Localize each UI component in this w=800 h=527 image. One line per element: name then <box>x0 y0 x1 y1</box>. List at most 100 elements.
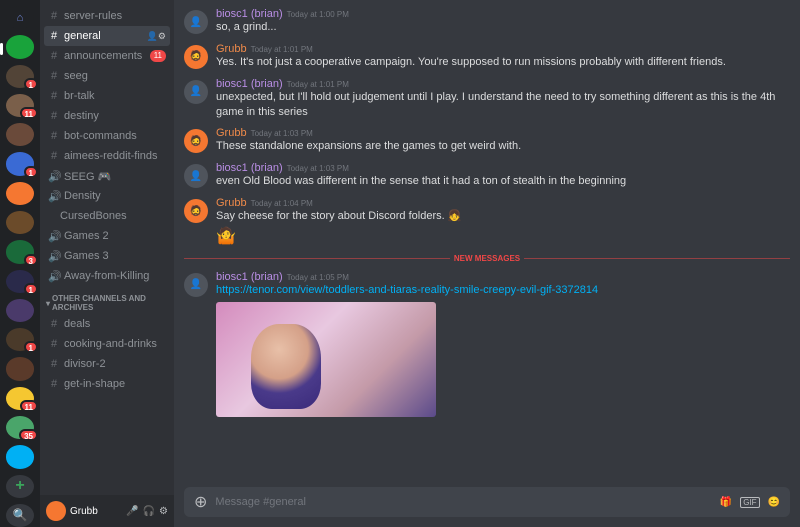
channel-name: Away-from-Killing <box>64 270 166 282</box>
server-s11[interactable]: 1 <box>6 328 34 351</box>
message: 👤 biosc1 (brian) Today at 1:05 PM https://t… <box>184 267 790 421</box>
message-text: These standalone expansions are the game… <box>216 139 790 154</box>
settings-icon[interactable]: ⚙ <box>159 506 168 517</box>
server-s2[interactable]: 1 <box>6 65 34 88</box>
channel-name: divisor-2 <box>64 358 166 370</box>
message-avatar[interactable]: 🧔 <box>184 45 208 69</box>
server-s13[interactable]: 11 <box>6 387 34 410</box>
emoji-icon[interactable]: 😊 <box>768 497 780 508</box>
channel-away-from-killing[interactable]: 🔊 Away-from-Killing <box>44 266 170 286</box>
divider-label: NEW MESSAGES <box>450 254 524 263</box>
message-author[interactable]: biosc1 (brian) <box>216 8 283 20</box>
hash-icon: # <box>48 110 60 122</box>
server-s10[interactable] <box>6 299 34 322</box>
channel-seeg[interactable]: #seeg <box>44 66 170 86</box>
message-avatar[interactable]: 👤 <box>184 273 208 297</box>
message-timestamp: Today at 1:01 PM <box>287 80 349 89</box>
message-author[interactable]: Grubb <box>216 197 247 209</box>
channel-name: seeg <box>64 70 166 82</box>
mic-icon[interactable]: 🎤 <box>126 506 138 517</box>
message-text: unexpected, but I'll hold out judgement … <box>216 90 790 120</box>
message-input[interactable] <box>215 496 711 508</box>
add-server-button[interactable]: + <box>6 475 34 498</box>
speaker-icon: 🔊 <box>48 270 60 283</box>
channel-name: cooking-and-drinks <box>64 338 166 350</box>
channel-games-2[interactable]: 🔊Games 2 <box>44 226 170 246</box>
channel-deals[interactable]: #deals <box>44 314 170 334</box>
message-text: Say cheese for the story about Discord f… <box>216 209 790 224</box>
server-s8[interactable]: 3 <box>6 240 34 263</box>
category-label: OTHER CHANNELS AND ARCHIVES <box>52 294 168 312</box>
server-s6[interactable] <box>6 182 34 205</box>
user-avatar[interactable] <box>46 501 66 521</box>
server-s15[interactable] <box>6 445 34 468</box>
user-name[interactable]: Grubb <box>70 506 122 517</box>
hash-icon: # <box>48 30 60 42</box>
discover-button[interactable]: 🔍 <box>6 504 34 527</box>
gif-icon[interactable]: GIF <box>740 497 759 508</box>
category-header[interactable]: ▾ OTHER CHANNELS AND ARCHIVES <box>44 286 170 314</box>
message-author[interactable]: biosc1 (brian) <box>216 271 283 283</box>
message-timestamp: Today at 1:00 PM <box>287 10 349 19</box>
channel-bot-commands[interactable]: #bot-commands <box>44 126 170 146</box>
message-text: so, a grind... <box>216 20 790 35</box>
channel-divisor-2[interactable]: #divisor-2 <box>44 354 170 374</box>
gift-icon[interactable]: 🎁 <box>720 497 732 508</box>
channel-announcements[interactable]: #announcements11 <box>44 46 170 66</box>
channel-destiny[interactable]: # destiny <box>44 106 170 126</box>
channel-name: SEEG 🎮 <box>64 170 166 183</box>
message-avatar[interactable]: 🧔 <box>184 199 208 223</box>
server-s1[interactable] <box>6 35 34 58</box>
message-avatar[interactable]: 🧔 <box>184 129 208 153</box>
chevron-down-icon: ▾ <box>46 299 50 308</box>
message-avatar[interactable]: 👤 <box>184 80 208 104</box>
server-home[interactable]: ⌂ <box>6 6 34 29</box>
channel-badge: 11 <box>150 50 166 62</box>
channel-cooking-and-drinks[interactable]: #cooking-and-drinks <box>44 334 170 354</box>
channel-get-in-shape[interactable]: #get-in-shape <box>44 374 170 394</box>
message-author[interactable]: Grubb <box>216 43 247 55</box>
channel-name: br-talk <box>64 90 166 102</box>
channel-density[interactable]: 🔊Density <box>44 186 170 206</box>
message-avatar[interactable]: 👤 <box>184 164 208 188</box>
message-input-area: ⊕ 🎁 GIF 😊 <box>174 487 800 527</box>
attach-icon[interactable]: ⊕ <box>194 492 207 512</box>
message-timestamp: Today at 1:05 PM <box>287 273 349 282</box>
server-s7[interactable] <box>6 211 34 234</box>
message-link[interactable]: https://tenor.com/view/toddlers-and-tiar… <box>216 284 598 296</box>
main-chat: 👤 biosc1 (brian) Today at 1:00 PMso, a gri… <box>174 0 800 527</box>
hash-icon: # <box>48 318 60 330</box>
speaker-icon: 🔊 <box>48 170 60 183</box>
channel-name: Games 2 <box>64 230 166 242</box>
user-area: Grubb 🎤 🎧 ⚙ <box>40 495 174 527</box>
hash-icon: # <box>48 90 60 102</box>
message-author[interactable]: Grubb <box>216 127 247 139</box>
channel-br-talk[interactable]: # br-talk <box>44 86 170 106</box>
server-s4[interactable] <box>6 123 34 146</box>
server-s9[interactable]: 1 <box>6 270 34 293</box>
channel-server-rules[interactable]: #server-rules <box>44 6 170 26</box>
channel-aimees-reddit-finds[interactable]: #aimees-reddit-finds <box>44 146 170 166</box>
message-avatar[interactable]: 👤 <box>184 10 208 34</box>
reaction-emoji[interactable]: 🤷 <box>216 226 790 246</box>
message: 👤 biosc1 (brian) Today at 1:00 PMso, a gri… <box>184 4 790 39</box>
server-list: ⌂11113111135+🔍 <box>0 0 40 527</box>
channel-general[interactable]: #general👤⚙ <box>44 26 170 46</box>
channel-settings-icon[interactable]: 👤⚙ <box>147 31 166 42</box>
channel-name: destiny <box>64 110 166 122</box>
channel-seeg[interactable]: 🔊 SEEG 🎮 <box>44 166 170 186</box>
server-s5[interactable]: 1 <box>6 152 34 175</box>
server-badge: 3 <box>24 254 38 266</box>
headphones-icon[interactable]: 🎧 <box>143 506 155 517</box>
channel-cursedbones[interactable]: CursedBones <box>44 206 170 226</box>
hash-icon: # <box>48 50 60 62</box>
server-s12[interactable] <box>6 357 34 380</box>
server-s14[interactable]: 35 <box>6 416 34 439</box>
message-author[interactable]: biosc1 (brian) <box>216 78 283 90</box>
channel-sidebar: #server-rules#general👤⚙#announcements11#… <box>40 0 174 527</box>
message-embed-image[interactable] <box>216 302 436 417</box>
channel-games-3[interactable]: 🔊Games 3 <box>44 246 170 266</box>
server-s3[interactable]: 11 <box>6 94 34 117</box>
message-author[interactable]: biosc1 (brian) <box>216 162 283 174</box>
message: 🧔GrubbToday at 1:01 PMYes. It's not just… <box>184 39 790 74</box>
